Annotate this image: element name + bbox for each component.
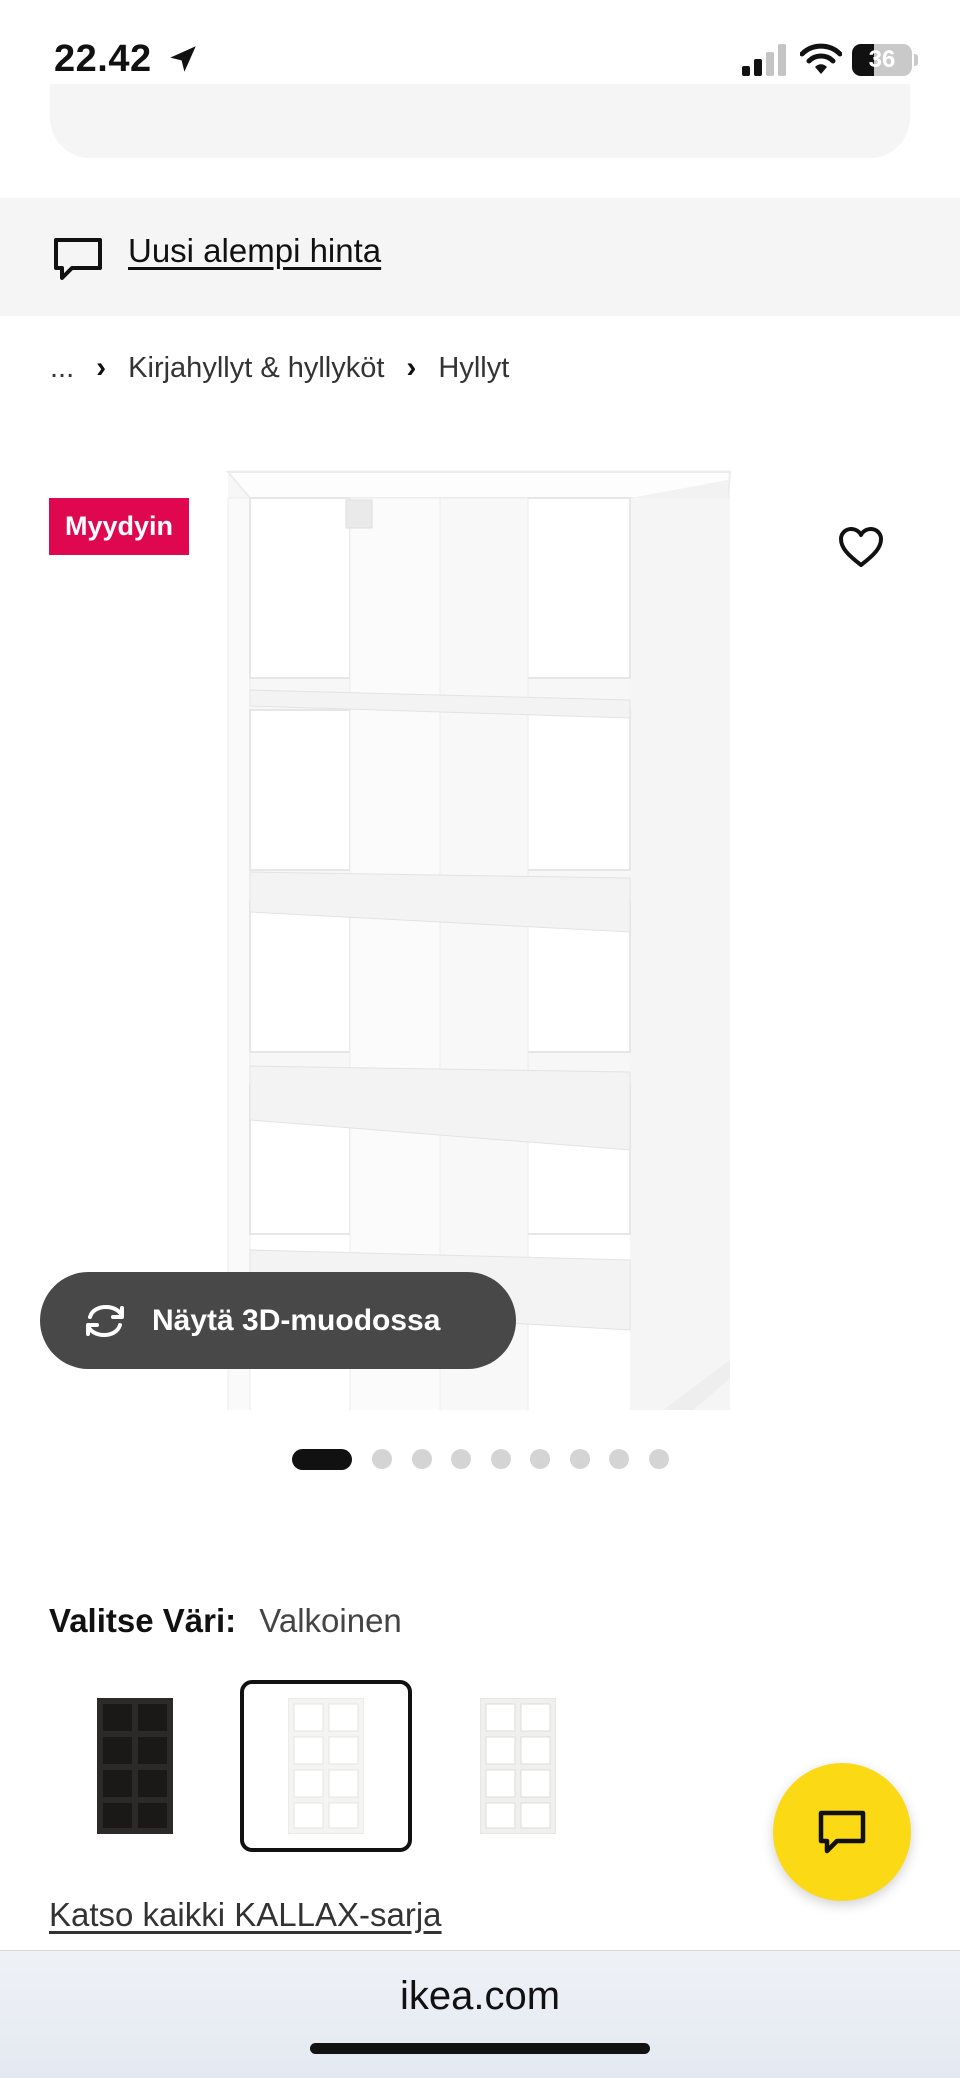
color-swatch-white-variant[interactable] — [432, 1680, 604, 1852]
shelf-thumbnail — [480, 1698, 556, 1834]
pagination-dot-3[interactable] — [411, 1449, 432, 1469]
shelf-thumbnail — [97, 1698, 173, 1834]
breadcrumb-item-shelves[interactable]: Hyllyt — [438, 352, 509, 385]
pagination-dot-9[interactable] — [648, 1449, 669, 1469]
favourite-button[interactable] — [826, 512, 896, 582]
status-time: 22.42 — [54, 38, 152, 80]
pagination-dot-2[interactable] — [372, 1449, 392, 1469]
pagination-dot-6[interactable] — [530, 1449, 550, 1469]
color-picker-heading: Valitse Väri: Valkoinen — [49, 1602, 402, 1640]
lower-price-link[interactable]: Uusi alempi hinta — [128, 232, 381, 270]
wifi-icon — [800, 43, 842, 74]
breadcrumb-item-bookcases[interactable]: Kirjahyllyt & hyllyköt — [128, 352, 384, 385]
series-link[interactable]: Katso kaikki KALLAX-sarja — [49, 1896, 442, 1934]
breadcrumb: ... › Kirjahyllyt & hyllyköt › Hyllyt — [50, 348, 509, 388]
chat-icon — [818, 1810, 866, 1854]
home-indicator[interactable] — [310, 2043, 650, 2054]
product-image[interactable] — [0, 460, 960, 1410]
breadcrumb-ellipsis[interactable]: ... — [50, 352, 74, 385]
heart-icon — [839, 527, 883, 567]
cellular-signal-icon — [742, 44, 786, 76]
view-3d-label: Näytä 3D-muodossa — [152, 1303, 441, 1337]
pagination-dot-7[interactable] — [569, 1449, 590, 1469]
color-swatch-black-brown[interactable] — [49, 1680, 221, 1852]
rotate-3d-icon — [86, 1304, 124, 1337]
chevron-right-icon: › — [406, 351, 417, 384]
speech-bubble-icon — [54, 238, 102, 280]
battery-tip — [914, 54, 918, 66]
chat-button[interactable] — [773, 1763, 911, 1901]
color-swatch-white[interactable] — [240, 1680, 412, 1852]
image-pagination — [292, 1448, 688, 1470]
url-text[interactable]: ikea.com — [0, 1974, 960, 2019]
chevron-right-icon: › — [96, 351, 107, 384]
pagination-dot-1[interactable] — [292, 1448, 352, 1470]
battery-icon: 36 — [852, 44, 912, 76]
color-label: Valitse Väri: — [49, 1602, 237, 1639]
shelf-thumbnail — [288, 1698, 364, 1834]
battery-percent: 36 — [868, 46, 896, 73]
pagination-dot-8[interactable] — [609, 1449, 629, 1469]
pagination-dot-4[interactable] — [451, 1449, 471, 1469]
view-3d-button[interactable]: Näytä 3D-muodossa — [40, 1272, 516, 1369]
location-arrow-icon — [170, 46, 196, 72]
search-bar[interactable] — [50, 84, 910, 158]
pagination-dot-5[interactable] — [490, 1449, 511, 1469]
best-seller-badge: Myydyin — [49, 498, 190, 555]
color-value: Valkoinen — [259, 1602, 402, 1639]
